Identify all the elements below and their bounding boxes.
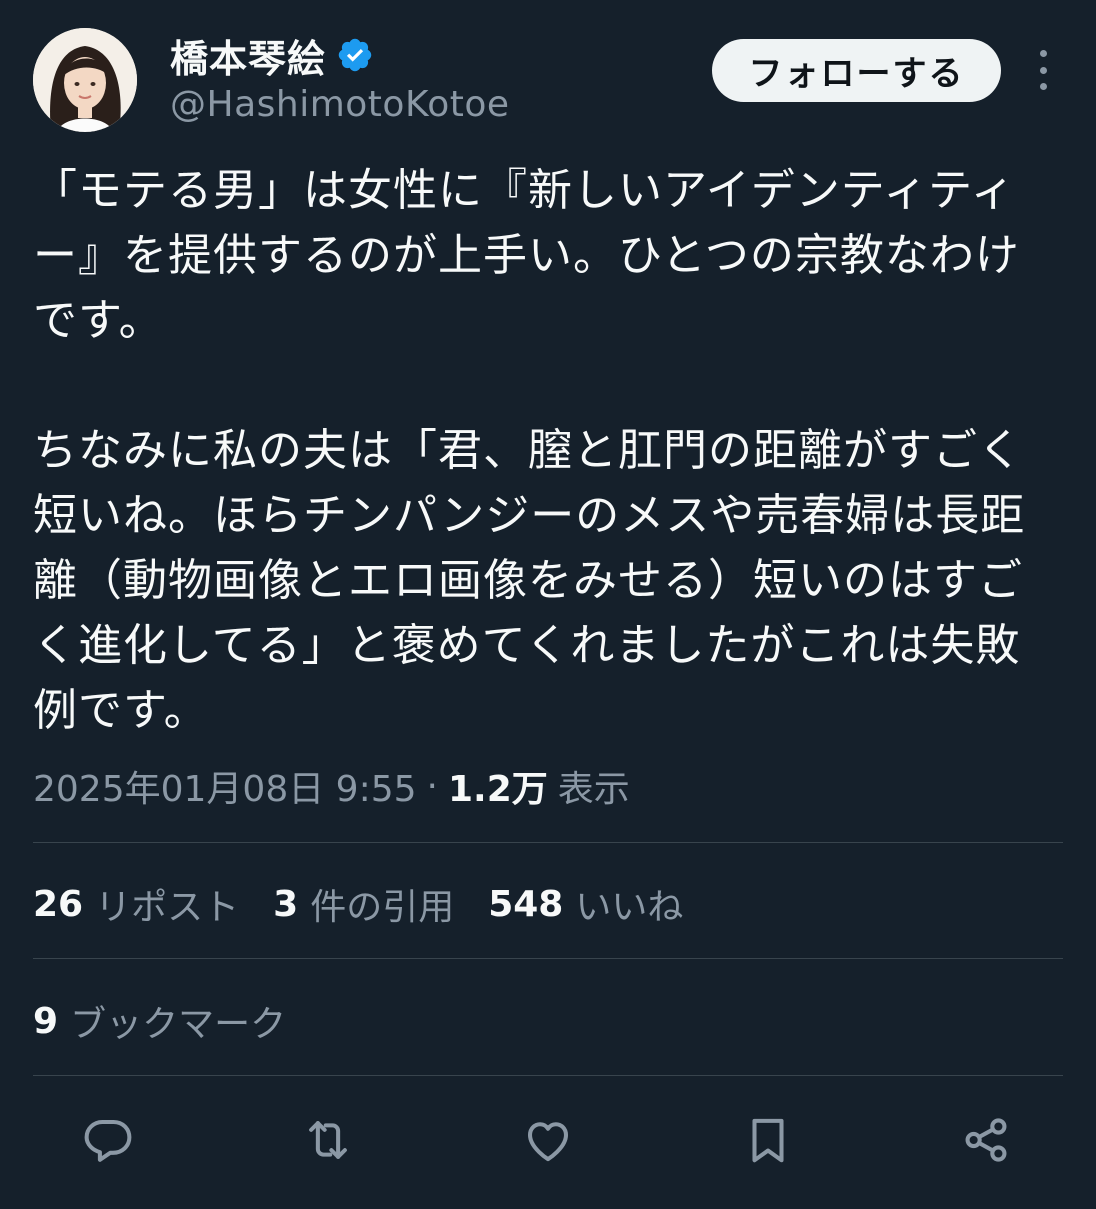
like-button[interactable]: [508, 1100, 588, 1180]
avatar-image: [33, 28, 137, 132]
repost-button[interactable]: [288, 1100, 368, 1180]
follow-button[interactable]: フォローする: [712, 39, 1001, 102]
divider: [33, 842, 1063, 843]
action-bar: [0, 1100, 1096, 1180]
bookmarks-label: ブックマーク: [70, 1004, 287, 1045]
quotes-stat[interactable]: 3 件の引用: [273, 878, 454, 930]
bottom-strip: [0, 1200, 1096, 1209]
verified-badge-icon: [338, 38, 372, 72]
views-count: 1.2万: [447, 769, 548, 810]
engagement-stats: 26 リポスト 3 件の引用 548 いいね: [33, 878, 717, 930]
more-options-icon[interactable]: [1026, 50, 1060, 90]
meta-separator: ·: [426, 765, 438, 807]
quotes-count: 3: [273, 883, 299, 925]
reposts-count: 26: [33, 883, 84, 925]
bookmark-icon: [752, 1118, 784, 1163]
likes-label: いいね: [575, 887, 684, 928]
tweet-timestamp[interactable]: 2025年01月08日 9:55: [33, 760, 417, 812]
reposts-label: リポスト: [95, 887, 240, 928]
divider: [33, 1075, 1063, 1076]
repost-icon: [309, 1121, 347, 1159]
reposts-stat[interactable]: 26 リポスト: [33, 878, 239, 930]
reply-button[interactable]: [68, 1100, 148, 1180]
tweet-meta: 2025年01月08日 9:55 · 1.2万 表示: [33, 760, 630, 812]
avatar[interactable]: [33, 28, 137, 132]
likes-stat[interactable]: 548 いいね: [488, 878, 683, 930]
quotes-label: 件の引用: [310, 887, 455, 928]
share-icon: [965, 1118, 1007, 1162]
share-button[interactable]: [946, 1100, 1026, 1180]
bookmark-button[interactable]: [728, 1100, 808, 1180]
bookmarks-count: 9: [33, 1000, 59, 1042]
divider: [33, 958, 1063, 959]
bookmarks-stat[interactable]: 9 ブックマーク: [33, 995, 286, 1047]
reply-icon: [84, 1119, 132, 1162]
author-name-row[interactable]: 橋本琴絵: [170, 28, 374, 83]
more-dot: [1039, 66, 1047, 74]
tweet-text: 「モテる男」は女性に『新しいアイデンティティー』を提供するのが上手い。ひとつの宗…: [33, 165, 1026, 736]
author-display-name[interactable]: 橋本琴絵: [170, 28, 326, 83]
more-dot: [1039, 50, 1047, 57]
like-icon: [527, 1122, 569, 1162]
more-dot: [1039, 83, 1047, 90]
likes-count: 548: [488, 883, 564, 925]
views-label: 表示: [557, 769, 630, 810]
tweet-header: 橋本琴絵 @HashimotoKotoe フォローする: [0, 0, 1096, 140]
author-handle[interactable]: @HashimotoKotoe: [170, 84, 510, 125]
